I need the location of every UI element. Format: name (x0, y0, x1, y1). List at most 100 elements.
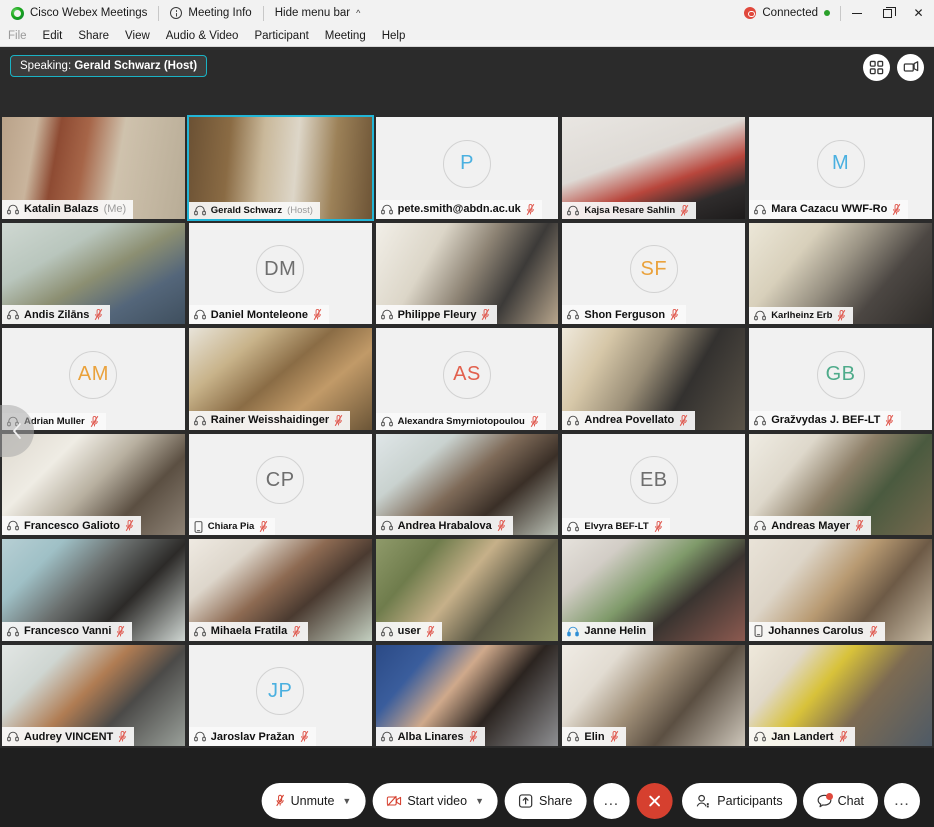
unmute-button[interactable]: Unmute ▼ (261, 782, 366, 819)
participant-tile[interactable]: P pete.smith@abdn.ac.uk (373, 115, 561, 221)
headset-icon (380, 626, 393, 636)
avatar-initials: EB (639, 468, 668, 491)
video-stage: Speaking: Gerald Schwarz (Host) Katalin … (0, 47, 934, 748)
participant-tile[interactable]: Andis Zilāns (0, 220, 187, 326)
menu-item-file[interactable]: File (0, 26, 35, 47)
participant-name-bar: Shon Ferguson (562, 305, 687, 324)
participant-tile[interactable]: Kajsa Resare Sahlin (560, 115, 748, 221)
connection-status-label: Connected (762, 7, 818, 19)
participant-tile[interactable]: SF Shon Ferguson (560, 220, 748, 326)
maximize-button[interactable] (872, 0, 903, 26)
chevron-down-icon-video[interactable]: ▼ (475, 796, 484, 806)
meeting-controls-toolbar: Unmute ▼ Start video ▼ Share … Participa… (0, 774, 934, 827)
avatar: DM (256, 245, 305, 294)
avatar: P (442, 139, 491, 188)
menu-item-meeting[interactable]: Meeting (317, 26, 374, 47)
app-title-group: Cisco Webex Meetings (0, 0, 158, 26)
avatar: GB (816, 350, 865, 399)
participant-tile[interactable]: Jan Landert (747, 642, 934, 748)
participant-tile[interactable]: Andreas Mayer (747, 431, 934, 537)
participant-name: Janne Helin (584, 625, 647, 637)
participant-tile[interactable]: EB Elvyra BEF-LT (560, 431, 748, 537)
participant-tile[interactable]: Audrey VINCENT (0, 642, 187, 748)
hide-menu-bar-button[interactable]: Hide menu bar ^ (264, 0, 372, 26)
participant-tile[interactable]: DM Daniel Monteleone (186, 220, 374, 326)
participant-tile[interactable]: Andrea Hrabalova (373, 431, 561, 537)
connection-status[interactable]: Connected (744, 7, 840, 19)
mic-muted-icon (259, 520, 268, 533)
participant-name-bar: Gerald Schwarz (Host) (188, 201, 320, 219)
float-view-icon (903, 61, 918, 72)
participant-tile[interactable]: Katalin Balazs (Me) (0, 115, 187, 221)
menu-item-audio-video[interactable]: Audio & Video (158, 26, 247, 47)
participant-tile[interactable]: Elin (560, 642, 748, 748)
participant-name: Alexandra Smyrniotopoulou (397, 415, 525, 427)
participant-name-bar: Audrey VINCENT (2, 727, 135, 746)
participant-tile[interactable]: Rainer Weisshaidinger (186, 326, 374, 432)
participants-button[interactable]: Participants (682, 782, 797, 819)
avatar-initials: M (831, 152, 850, 175)
avatar-initials: JP (268, 679, 293, 702)
participant-tile[interactable]: Janne Helin (560, 537, 748, 643)
participant-tile[interactable]: Karlheinz Erb (747, 220, 934, 326)
start-video-button[interactable]: Start video ▼ (372, 782, 499, 819)
chat-label: Chat (837, 793, 864, 808)
end-meeting-button[interactable] (636, 782, 673, 819)
mic-muted-icon (610, 730, 618, 743)
headset-icon (754, 415, 766, 425)
menu-item-view[interactable]: View (117, 26, 158, 47)
chevron-down-icon[interactable]: ▼ (342, 796, 351, 806)
participant-tile[interactable]: Philippe Fleury (373, 220, 561, 326)
menu-item-help[interactable]: Help (374, 26, 414, 47)
participant-tile[interactable]: GB Gražvydas J. BEF-LT (747, 326, 934, 432)
chat-button[interactable]: Chat (802, 782, 878, 819)
avatar: JP (256, 667, 305, 716)
menu-item-share[interactable]: Share (70, 26, 117, 47)
menu-item-participant[interactable]: Participant (246, 26, 316, 47)
minimize-button[interactable] (841, 0, 872, 26)
share-button[interactable]: Share (505, 782, 587, 819)
participant-tile[interactable]: user (373, 537, 561, 643)
unmute-label: Unmute (290, 793, 335, 808)
participant-tile[interactable]: AS Alexandra Smyrniotopoulou (373, 326, 561, 432)
hide-menu-bar-label: Hide menu bar (274, 7, 351, 19)
headset-icon (7, 204, 19, 214)
mic-muted-icon (125, 519, 134, 532)
mic-muted-icon (313, 308, 322, 321)
mic-muted-icon (276, 794, 285, 807)
mic-muted-icon (869, 625, 877, 637)
speaking-name: Gerald Schwarz (Host) (74, 60, 198, 72)
mic-muted-icon (526, 203, 535, 215)
headset-icon (380, 520, 393, 531)
participant-tile[interactable]: M Mara Cazacu WWF-Ro (747, 115, 934, 221)
participant-tile[interactable]: JP Jaroslav Pražan (186, 642, 374, 748)
participant-name: Elvyra BEF-LT (584, 521, 649, 532)
participant-tile[interactable]: Andrea Povellato (560, 326, 748, 432)
participant-name-bar: Mara Cazacu WWF-Ro (749, 199, 909, 219)
mic-muted-icon (334, 414, 343, 426)
participant-name-bar: Daniel Monteleone (188, 305, 329, 324)
headset-icon (7, 626, 19, 636)
participant-tile[interactable]: CP Chiara Pia (186, 431, 374, 537)
more-right-button[interactable]: … (884, 782, 920, 819)
participant-name-bar: Andrea Hrabalova (375, 516, 513, 535)
more-options-button[interactable]: … (593, 782, 630, 819)
participant-tile[interactable]: Alba Linares (373, 642, 561, 748)
participant-tile[interactable]: Francesco Vanni (0, 537, 187, 643)
menu-item-edit[interactable]: Edit (35, 26, 71, 47)
close-button[interactable]: ✕ (903, 0, 934, 26)
participant-tile[interactable]: Gerald Schwarz (Host) (186, 115, 374, 221)
meeting-info-button[interactable]: Meeting Info (159, 0, 262, 26)
avatar-initials: SF (640, 257, 668, 280)
mic-muted-icon (482, 308, 490, 321)
participant-tile[interactable]: Johannes Carolus (747, 537, 934, 643)
avatar: M (816, 139, 865, 188)
participant-name-bar: Alexandra Smyrniotopoulou (375, 412, 546, 430)
participant-tile[interactable]: Mihaela Fratila (186, 537, 374, 643)
avatar: CP (256, 456, 305, 505)
participant-name-bar: Karlheinz Erb (749, 307, 854, 324)
mic-muted-icon (886, 414, 894, 426)
float-view-button[interactable] (897, 54, 924, 81)
grid-layout-button[interactable] (863, 54, 890, 81)
headset-icon (754, 204, 766, 214)
